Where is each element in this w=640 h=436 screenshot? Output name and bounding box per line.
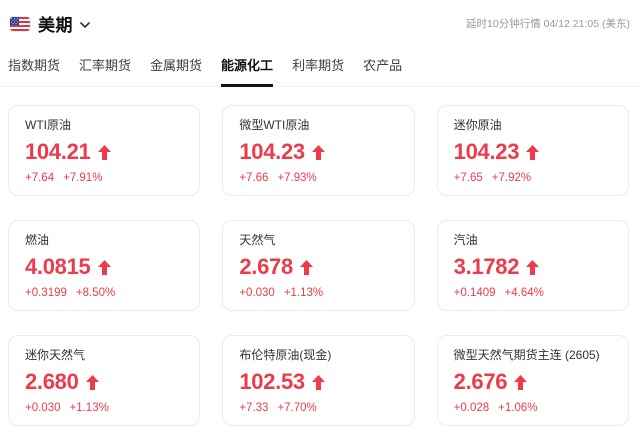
- quote-card-wti-crude[interactable]: WTI原油 104.21 +7.64 +7.91%: [8, 105, 201, 196]
- tab-rate-futures[interactable]: 利率期货: [292, 51, 344, 87]
- quote-card-brent-crude-cash[interactable]: 布伦特原油(现金) 102.53 +7.33 +7.70%: [222, 335, 415, 426]
- quote-card-natural-gas[interactable]: 天然气 2.678 +0.030 +1.13%: [222, 220, 415, 311]
- contract-name: 燃油: [25, 233, 50, 247]
- quote-card-mini-natural-gas[interactable]: 迷你天然气 2.680 +0.030 +1.13%: [8, 335, 201, 426]
- tab-metal-futures[interactable]: 金属期货: [150, 51, 202, 87]
- quote-card-mini-crude[interactable]: 迷你原油 104.23 +7.65 +7.92%: [436, 105, 629, 196]
- quote-delay-note: 延时10分钟行情 04/12 21:05 (美东): [466, 18, 630, 30]
- tab-fx-futures[interactable]: 汇率期货: [79, 51, 131, 87]
- contract-name: 迷你天然气: [25, 348, 86, 362]
- change-percent: +8.50%: [75, 287, 116, 299]
- header: 美期 延时10分钟行情 04/12 21:05 (美东): [0, 0, 640, 38]
- change-value: +7.64: [25, 172, 55, 184]
- quote-card-gasoline[interactable]: 汽油 3.1782 +0.1409 +4.64%: [436, 220, 629, 311]
- arrow-up-icon: [97, 144, 111, 160]
- contract-name: 布伦特原油(现金): [239, 348, 332, 362]
- arrow-up-icon: [85, 374, 99, 390]
- last-price: 104.23: [453, 139, 520, 164]
- category-tabs: 指数期货 汇率期货 金属期货 能源化工 利率期货 农产品: [0, 51, 640, 87]
- contract-name: 迷你原油: [453, 118, 502, 132]
- quote-card-micro-wti-crude[interactable]: 微型WTI原油 104.23 +7.66 +7.93%: [222, 105, 415, 196]
- change-value: +0.3199: [25, 287, 67, 299]
- market-selector[interactable]: 美期: [10, 11, 90, 36]
- arrow-up-icon: [311, 374, 325, 390]
- change-percent: +7.70%: [277, 402, 317, 414]
- change-value: +0.028: [453, 402, 490, 414]
- tab-agriculture[interactable]: 农产品: [363, 51, 402, 87]
- arrow-up-icon: [514, 374, 528, 390]
- last-price: 4.0815: [25, 254, 91, 279]
- change-value: +0.030: [25, 402, 61, 414]
- last-price: 3.1782: [453, 254, 520, 279]
- contract-name: 汽油: [453, 233, 478, 247]
- change-value: +7.33: [239, 402, 269, 414]
- last-price: 2.678: [239, 254, 293, 279]
- page-title: 美期: [38, 16, 73, 35]
- change-value: +7.66: [239, 172, 269, 184]
- quote-card-fuel-oil[interactable]: 燃油 4.0815 +0.3199 +8.50%: [8, 220, 201, 311]
- chevron-down-icon: [80, 21, 90, 28]
- change-value: +7.65: [453, 172, 483, 184]
- last-price: 104.21: [25, 139, 91, 164]
- change-percent: +4.64%: [504, 287, 544, 299]
- contract-name: 微型WTI原油: [239, 118, 310, 132]
- change-value: +0.1409: [453, 287, 496, 299]
- arrow-up-icon: [311, 144, 325, 160]
- us-flag-icon: [10, 16, 30, 31]
- arrow-up-icon: [97, 259, 111, 275]
- arrow-up-icon: [299, 259, 313, 275]
- quotes-grid: WTI原油 104.21 +7.64 +7.91% 微型WTI原油 104.23…: [0, 105, 640, 426]
- change-percent: +7.92%: [491, 172, 532, 184]
- last-price: 102.53: [239, 369, 305, 394]
- tab-index-futures[interactable]: 指数期货: [8, 51, 60, 87]
- change-percent: +1.06%: [498, 402, 538, 414]
- arrow-up-icon: [526, 259, 540, 275]
- contract-name: 天然气: [239, 233, 276, 247]
- contract-name: 微型天然气期货主连 (2605): [453, 348, 600, 362]
- contract-name: WTI原油: [25, 118, 71, 132]
- change-percent: +1.13%: [283, 287, 324, 299]
- change-value: +0.030: [239, 287, 275, 299]
- last-price: 2.680: [25, 369, 79, 394]
- change-percent: +7.91%: [63, 172, 103, 184]
- change-percent: +7.93%: [277, 172, 317, 184]
- last-price: 104.23: [239, 139, 305, 164]
- arrow-up-icon: [526, 144, 540, 160]
- tab-energy-chemicals[interactable]: 能源化工: [221, 51, 274, 87]
- last-price: 2.676: [453, 369, 508, 394]
- quote-card-micro-natural-gas-main[interactable]: 微型天然气期货主连 (2605) 2.676 +0.028 +1.06%: [436, 335, 629, 426]
- us-futures-quotes-page: 美期 延时10分钟行情 04/12 21:05 (美东) 指数期货 汇率期货 金…: [0, 0, 640, 426]
- change-percent: +1.13%: [69, 402, 109, 414]
